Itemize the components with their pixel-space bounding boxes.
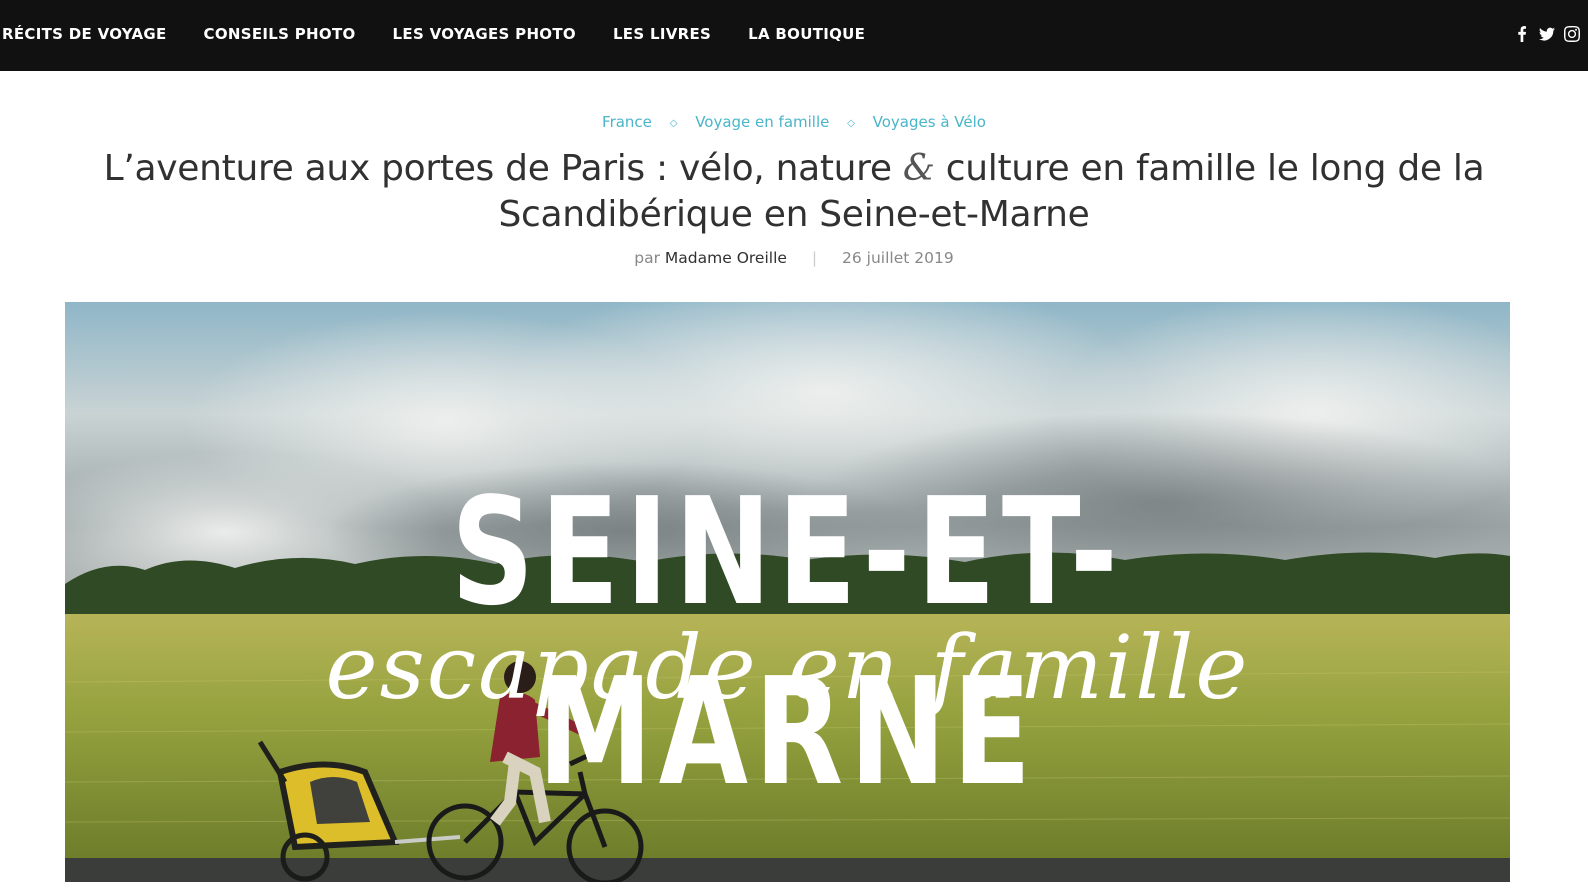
top-navigation-bar: RÉCITS DE VOYAGE CONSEILS PHOTO LES VOYA… bbox=[0, 0, 1588, 71]
nav-item-les-voyages-photo[interactable]: LES VOYAGES PHOTO bbox=[393, 24, 576, 44]
post-title: L’aventure aux portes de Paris : vélo, n… bbox=[100, 146, 1488, 238]
social-links bbox=[1514, 24, 1580, 44]
facebook-icon[interactable] bbox=[1514, 25, 1530, 43]
nav-item-conseils-photo[interactable]: CONSEILS PHOTO bbox=[204, 24, 356, 44]
nav-item-les-livres[interactable]: LES LIVRES bbox=[613, 24, 711, 44]
author-link[interactable]: Madame Oreille bbox=[665, 249, 787, 267]
post-date: 26 juillet 2019 bbox=[842, 249, 954, 267]
hero-script-subtitle: escapade en famille bbox=[325, 616, 1250, 719]
nav-item-recits-de-voyage[interactable]: RÉCITS DE VOYAGE bbox=[2, 24, 167, 44]
diamond-separator-icon: ◇ bbox=[669, 118, 678, 129]
diamond-separator-icon: ◇ bbox=[847, 118, 855, 129]
post-title-ampersand: & bbox=[902, 148, 935, 189]
hero-image: SEINE-ET-MARNE escapade en famille bbox=[65, 302, 1510, 882]
byline-prefix: par bbox=[634, 249, 660, 267]
nav-item-la-boutique[interactable]: LA BOUTIQUE bbox=[748, 24, 865, 44]
post-meta: par Madame Oreille | 26 juillet 2019 bbox=[0, 248, 1588, 268]
category-link-voyage-en-famille[interactable]: Voyage en famille bbox=[695, 113, 829, 131]
meta-divider: | bbox=[811, 249, 818, 267]
main-menu: RÉCITS DE VOYAGE CONSEILS PHOTO LES VOYA… bbox=[2, 24, 902, 44]
instagram-icon[interactable] bbox=[1564, 25, 1580, 43]
post-title-part-1: L’aventure aux portes de Paris : vélo, n… bbox=[103, 148, 903, 189]
category-link-voyages-a-velo[interactable]: Voyages à Vélo bbox=[873, 113, 986, 131]
twitter-icon[interactable] bbox=[1539, 25, 1555, 43]
post-categories: France ◇ Voyage en famille ◇ Voyages à V… bbox=[0, 112, 1588, 135]
category-link-france[interactable]: France bbox=[602, 113, 652, 131]
